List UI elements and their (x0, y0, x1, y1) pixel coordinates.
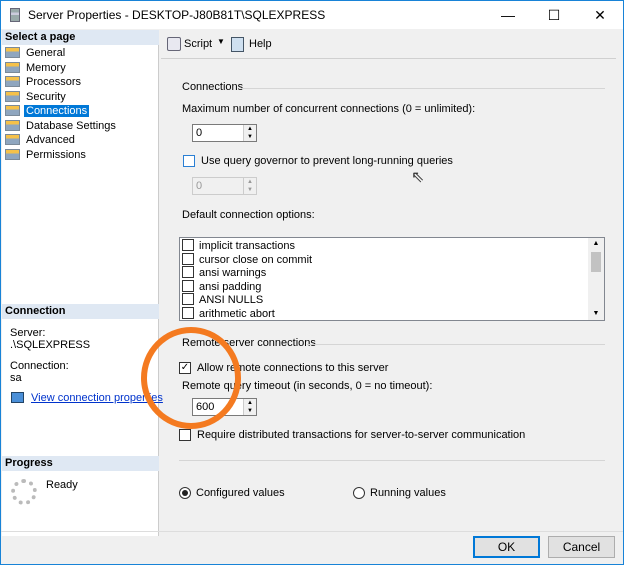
sidebar-item-label: Permissions (26, 148, 86, 161)
sidebar-item-label: General (26, 47, 66, 59)
spinner-arrows-icon[interactable]: ▲ ▼ (243, 399, 256, 415)
scroll-down-icon[interactable]: ▼ (588, 308, 604, 320)
default-options-label: Default connection options: (182, 209, 315, 221)
toolbar: Script ▼ Help (161, 30, 616, 59)
sidebar-item-database-settings[interactable]: Database Settings (5, 119, 118, 133)
sidebar-item-label: Database Settings (26, 119, 116, 132)
option-checkbox[interactable] (182, 279, 194, 292)
page-icon (5, 105, 20, 116)
sidebar-item-connections[interactable]: Connections (5, 104, 90, 118)
sidebar-item-advanced[interactable]: Advanced (5, 133, 77, 147)
distributed-transactions-checkbox[interactable] (179, 429, 191, 441)
sidebar-item-label: Processors (26, 76, 82, 88)
max-connections-label: Maximum number of concurrent connections… (182, 103, 476, 115)
running-values-label: Running values (370, 487, 446, 499)
progress-header: Progress (2, 456, 159, 471)
connections-group-label: Connections (182, 81, 244, 93)
configured-values-radio[interactable] (179, 487, 191, 499)
sidebar-item-permissions[interactable]: Permissions (5, 148, 88, 162)
sidebar-item-security[interactable]: Security (5, 90, 68, 104)
option-checkbox[interactable] (182, 252, 194, 265)
option-checkbox[interactable] (182, 266, 194, 278)
left-pane: Select a page General Memory Processors Sec… (2, 30, 163, 536)
maximize-button[interactable]: ☐ (531, 1, 577, 29)
page-icon (5, 76, 20, 87)
page-icon (5, 134, 20, 145)
sidebar-item-label: Security (26, 90, 66, 103)
app-icon (10, 8, 20, 22)
sidebar-item-memory[interactable]: Memory (5, 61, 68, 75)
page-icon (5, 61, 20, 73)
connection-properties-icon (11, 392, 24, 403)
option-item[interactable]: ansi padding (182, 279, 262, 294)
minimize-button[interactable]: — (485, 1, 531, 29)
page-icon (5, 148, 20, 160)
connection-label: Connection: (10, 360, 69, 372)
option-label: cursor close on commit (199, 253, 313, 266)
connection-header: Connection (2, 304, 159, 319)
server-properties-window: Server Properties - DESKTOP-J80B81T\SQLE… (0, 0, 624, 565)
mouse-cursor-icon: ⇖ (411, 169, 425, 186)
option-label: implicit transactions (199, 240, 295, 252)
max-connections-value: 0 (196, 127, 203, 139)
list-scrollbar[interactable]: ▲ ▼ (588, 238, 604, 320)
page-icon (5, 47, 20, 58)
option-item[interactable]: implicit transactions (182, 239, 295, 253)
query-governor-spinner: 0 ▲ ▼ (192, 177, 257, 195)
sidebar-item-label: Connections (24, 105, 90, 117)
server-value: .\SQLEXPRESS (10, 339, 91, 351)
help-icon (231, 37, 244, 52)
group-divider (307, 344, 605, 345)
close-button[interactable]: ✕ (577, 1, 623, 29)
group-divider (241, 88, 605, 89)
footer-divider (1, 531, 623, 532)
option-label: arithmetic abort (199, 307, 275, 320)
sidebar-item-label: Advanced (26, 134, 75, 146)
option-checkbox[interactable] (182, 293, 194, 305)
max-connections-spinner[interactable]: 0 ▲ ▼ (192, 124, 257, 142)
cancel-button[interactable]: Cancel (548, 536, 615, 558)
connection-value: sa (10, 372, 22, 384)
query-governor-checkbox[interactable] (183, 155, 195, 167)
query-governor-label: Use query governor to prevent long-runni… (201, 155, 453, 167)
option-checkbox[interactable] (182, 306, 194, 319)
spinner-arrows-icon: ▲ ▼ (243, 178, 256, 194)
distributed-transactions-label: Require distributed transactions for ser… (197, 429, 526, 441)
option-item[interactable]: ANSI NULLS (182, 293, 263, 307)
scroll-up-icon[interactable]: ▲ (588, 238, 604, 250)
script-icon (167, 37, 181, 51)
ok-button[interactable]: OK (473, 536, 540, 558)
option-item[interactable]: cursor close on commit (182, 252, 313, 267)
scroll-thumb[interactable] (591, 252, 601, 272)
progress-spinner-icon (11, 479, 37, 505)
script-button[interactable]: Script (184, 38, 212, 50)
option-label: ansi padding (199, 280, 262, 293)
sidebar-item-general[interactable]: General (5, 46, 67, 60)
option-label: ANSI NULLS (199, 294, 264, 306)
running-values-radio[interactable] (353, 487, 365, 499)
option-item[interactable]: ansi warnings (182, 266, 266, 280)
help-button[interactable]: Help (249, 38, 272, 50)
title-bar: Server Properties - DESKTOP-J80B81T\SQLE… (1, 1, 623, 29)
option-label: ansi warnings (199, 267, 267, 279)
window-title: Server Properties - DESKTOP-J80B81T\SQLE… (28, 8, 326, 22)
server-label: Server: (10, 327, 46, 339)
spinner-arrows-icon[interactable]: ▲ ▼ (243, 125, 256, 141)
page-icon (5, 90, 20, 102)
page-icon (5, 119, 20, 131)
option-checkbox[interactable] (182, 239, 194, 251)
select-page-header: Select a page (2, 30, 159, 45)
option-item[interactable]: arithmetic abort (182, 306, 275, 321)
default-options-list[interactable]: ▲ ▼ implicit transactions cursor close on… (179, 237, 605, 321)
script-dropdown-icon[interactable]: ▼ (217, 37, 225, 46)
sidebar-item-label: Memory (26, 61, 66, 74)
progress-status: Ready (46, 479, 78, 491)
orange-highlight-circle (141, 327, 241, 429)
query-governor-value: 0 (196, 180, 203, 192)
section-divider (179, 460, 605, 461)
sidebar-item-processors[interactable]: Processors (5, 75, 83, 89)
configured-values-label: Configured values (196, 487, 285, 499)
